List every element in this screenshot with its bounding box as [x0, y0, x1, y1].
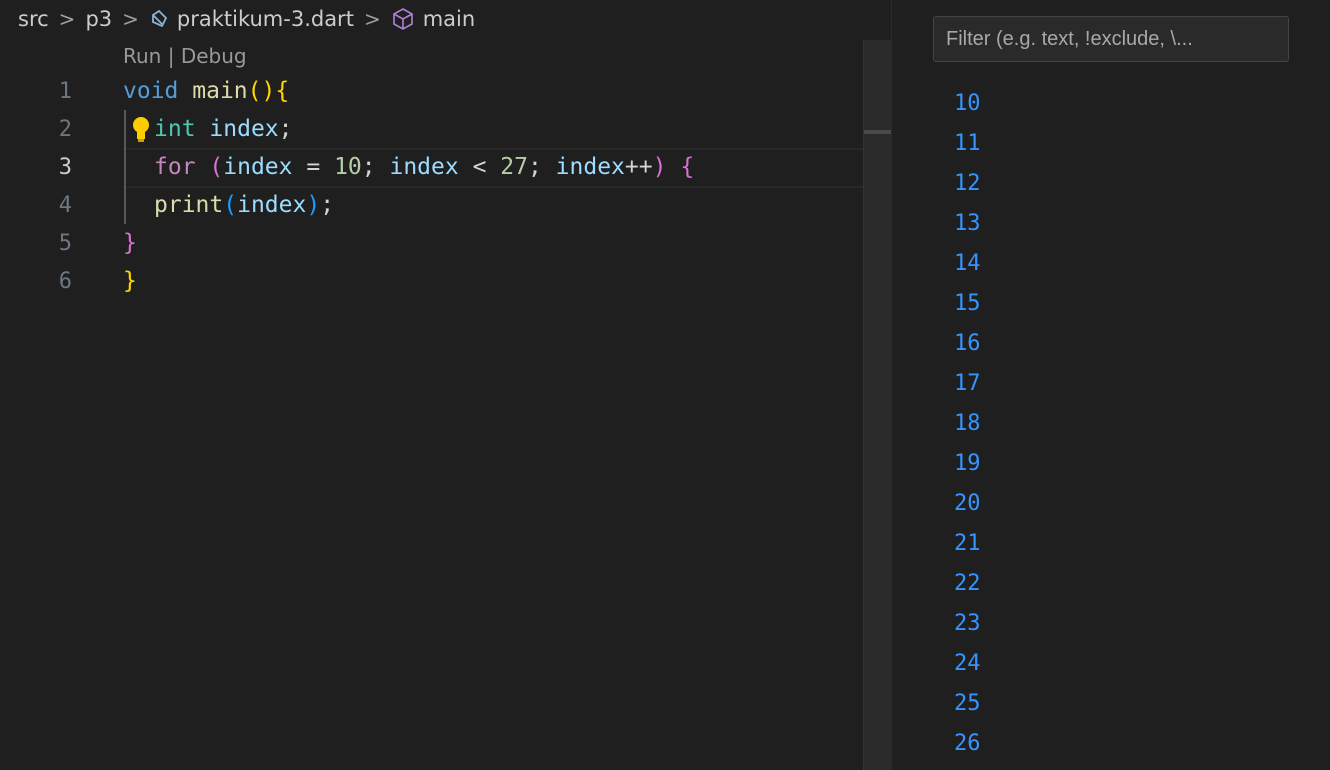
- indent-guide: [124, 148, 126, 186]
- code-token: ;: [361, 154, 390, 180]
- chevron-right-icon: >: [58, 7, 76, 31]
- code-text: int index;: [154, 116, 293, 142]
- code-editor[interactable]: src > p3 > praktikum-3.dart > main Run |…: [0, 0, 863, 770]
- code-token: index: [389, 154, 459, 180]
- code-text: print(index);: [154, 192, 334, 218]
- output-line: 23: [954, 611, 981, 636]
- scrollbar-thumb[interactable]: [864, 130, 892, 134]
- run-codelens[interactable]: Run: [123, 44, 161, 68]
- code-line[interactable]: 5 }: [0, 224, 863, 262]
- code-token: (: [223, 192, 238, 218]
- output-list: 10 11 12 13 14 15 16 17 18 19 20 21 22 23 24 25 26: [954, 84, 981, 764]
- output-line: 15: [954, 291, 981, 316]
- breadcrumb-label: p3: [85, 7, 113, 31]
- code-token: for: [154, 154, 196, 180]
- code-token: 27: [500, 154, 528, 180]
- code-token: {: [275, 78, 290, 104]
- code-token: ): [652, 154, 667, 180]
- code-token: ): [306, 192, 321, 218]
- code-token: index: [555, 154, 625, 180]
- output-line: 25: [954, 691, 981, 716]
- code-line[interactable]: 6 }: [0, 262, 863, 300]
- code-token: print: [154, 192, 224, 218]
- output-panel: 10 11 12 13 14 15 16 17 18 19 20 21 22 23 24 25 26: [892, 0, 1330, 770]
- code-text: void main(){: [123, 78, 289, 104]
- code-text: }: [123, 230, 137, 256]
- line-number: 2: [58, 116, 72, 142]
- output-line: 14: [954, 251, 981, 276]
- code-line[interactable]: 1 void main(){: [0, 72, 863, 110]
- codelens: Run | Debug: [123, 44, 247, 68]
- output-line: 21: [954, 531, 981, 556]
- code-line[interactable]: 2 int index;: [0, 110, 863, 148]
- code-token: ): [261, 78, 276, 104]
- output-line: 13: [954, 211, 981, 236]
- breadcrumb: src > p3 > praktikum-3.dart > main: [18, 0, 475, 38]
- code-token: {: [680, 154, 695, 180]
- chevron-right-icon: >: [363, 7, 381, 31]
- codelens-separator: |: [161, 44, 181, 68]
- code-token: ++: [624, 154, 653, 180]
- line-number: 4: [58, 192, 72, 218]
- output-line: 19: [954, 451, 981, 476]
- output-line: 24: [954, 651, 981, 676]
- breadcrumb-label: main: [422, 7, 476, 31]
- output-line: 11: [954, 131, 981, 156]
- indent-guide: [124, 186, 126, 224]
- code-token: index: [223, 154, 293, 180]
- chevron-right-icon: >: [122, 7, 139, 31]
- breadcrumb-item-p3[interactable]: p3: [85, 7, 112, 31]
- code-token: main: [192, 78, 248, 104]
- code-token: }: [123, 268, 137, 294]
- code-text: }: [123, 268, 137, 294]
- output-line: 18: [954, 411, 981, 436]
- output-line: 22: [954, 571, 981, 596]
- code-token: ;: [278, 116, 293, 142]
- breadcrumb-item-src[interactable]: src: [18, 7, 49, 31]
- breadcrumb-item-main[interactable]: main: [391, 7, 475, 31]
- line-number: 3: [58, 154, 72, 180]
- code-token: void: [123, 78, 179, 104]
- output-line: 26: [954, 731, 981, 756]
- indent-guide: [124, 110, 126, 148]
- code-text: for (index = 10; index < 27; index++) {: [154, 154, 694, 180]
- output-line: 16: [954, 331, 981, 356]
- output-line: 20: [954, 491, 981, 516]
- line-number: 5: [58, 230, 72, 256]
- code-lines[interactable]: 1 void main(){ 2 int index; 3 for (index…: [0, 72, 863, 300]
- code-token: index: [209, 116, 279, 142]
- code-token: int: [154, 116, 196, 142]
- breadcrumb-item-file[interactable]: praktikum-3.dart: [149, 7, 354, 31]
- code-token: 10: [334, 154, 362, 180]
- breadcrumb-label: praktikum-3.dart: [176, 7, 354, 31]
- code-line-active[interactable]: 3 for (index = 10; index < 27; index++) …: [0, 148, 863, 188]
- dart-file-icon: [152, 9, 168, 28]
- code-token: <: [458, 154, 501, 180]
- code-token: }: [123, 230, 137, 256]
- editor-scrollbar[interactable]: [863, 40, 892, 770]
- lightbulb-icon[interactable]: [130, 115, 152, 143]
- code-line[interactable]: 4 print(index);: [0, 186, 863, 224]
- breadcrumb-label: src: [18, 7, 49, 31]
- debug-codelens[interactable]: Debug: [181, 44, 247, 68]
- output-line: 17: [954, 371, 981, 396]
- code-token: =: [292, 154, 335, 180]
- filter-input[interactable]: [933, 16, 1289, 62]
- code-token: (: [247, 78, 262, 104]
- code-token: ;: [527, 154, 556, 180]
- output-line: 10: [954, 91, 981, 116]
- cube-icon: [392, 8, 413, 30]
- output-line: 12: [954, 171, 981, 196]
- line-number: 1: [58, 78, 72, 104]
- code-token: ;: [320, 192, 335, 218]
- line-number: 6: [58, 268, 72, 294]
- code-token: index: [237, 192, 307, 218]
- code-token: (: [209, 154, 224, 180]
